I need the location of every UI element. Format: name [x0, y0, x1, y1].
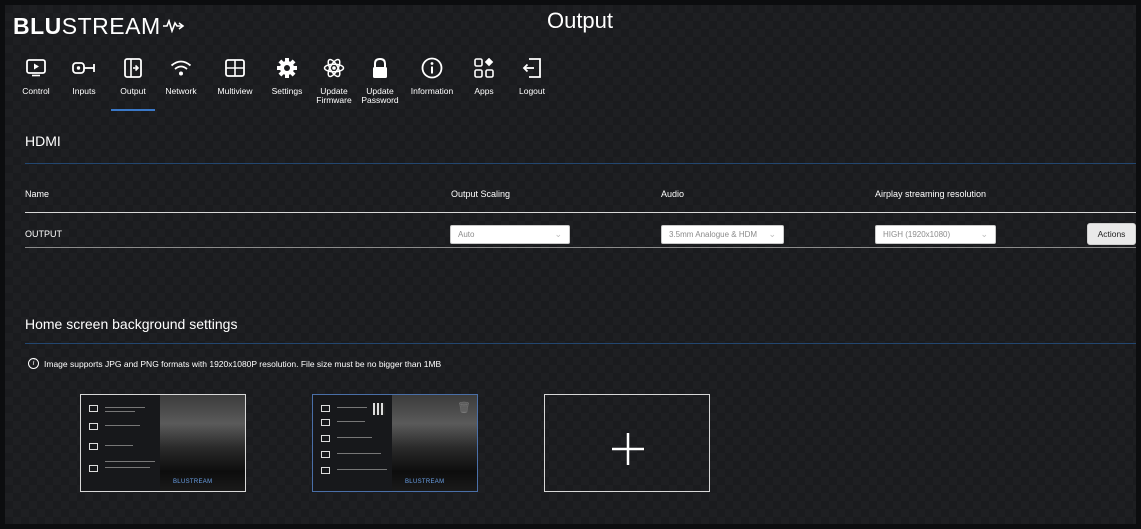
network-icon — [321, 419, 330, 426]
audio-select[interactable]: 3.5mm Analogue & HDM ⌄ — [661, 225, 784, 244]
output-scaling-select[interactable]: Auto ⌄ — [450, 225, 570, 244]
info-icon: i — [28, 358, 39, 369]
column-header-audio: Audio — [661, 189, 685, 199]
nav-inputs[interactable]: Inputs — [57, 55, 111, 105]
hdmi-section-divider — [25, 163, 1136, 164]
add-background-button[interactable] — [544, 394, 710, 492]
table-row-divider — [25, 247, 1136, 248]
nav-logout[interactable]: Logout — [507, 55, 557, 105]
multiview-grid-icon — [225, 55, 245, 81]
play-screen-icon — [26, 55, 46, 81]
background-section-title: Home screen background settings — [25, 316, 238, 332]
column-header-airplay-resolution: Airplay streaming resolution — [875, 189, 987, 199]
network-icon — [89, 423, 98, 430]
thumbnail-brand: BLUSTREAM — [173, 479, 213, 485]
actions-button[interactable]: Actions — [1087, 223, 1136, 245]
nav-output[interactable]: Output — [111, 55, 155, 111]
wifi-icon — [170, 55, 192, 81]
page-title: Output — [546, 8, 614, 33]
output-arrow-icon — [124, 55, 142, 81]
main-nav: Control Inputs Output Network Multiview — [15, 55, 557, 111]
chevron-down-icon: ⌄ — [980, 229, 988, 239]
apps-icon — [474, 55, 494, 81]
screen-icon — [89, 405, 98, 412]
hdmi-section-title: HDMI — [25, 133, 61, 149]
cast-icon — [321, 435, 330, 442]
input-plug-icon — [72, 55, 96, 81]
logout-icon — [522, 55, 542, 81]
nav-settings[interactable]: Settings — [263, 55, 311, 105]
chevron-down-icon: ⌄ — [554, 229, 562, 239]
nav-multiview[interactable]: Multiview — [207, 55, 263, 105]
trash-icon[interactable]: 🗑 — [457, 401, 471, 414]
plus-icon — [612, 433, 644, 465]
thumbnail-brand: BLUSTREAM — [405, 479, 445, 485]
nav-control[interactable]: Control — [15, 55, 57, 105]
nav-update-password[interactable]: Update Password — [357, 55, 403, 105]
device-icon — [321, 467, 330, 474]
lock-icon — [371, 55, 389, 81]
nav-update-firmware[interactable]: Update Firmware — [311, 55, 357, 105]
gear-icon — [276, 55, 298, 81]
device-icon — [89, 465, 98, 472]
chevron-down-icon: ⌄ — [768, 229, 776, 239]
atom-icon — [323, 55, 345, 81]
nav-information[interactable]: Information — [403, 55, 461, 105]
qr-code — [373, 403, 385, 415]
output-name: OUTPUT — [25, 229, 62, 239]
background-section-divider — [25, 343, 1136, 344]
info-icon — [421, 55, 443, 81]
app-window: BLUSTREAM Output Control Inputs Output — [5, 5, 1136, 524]
airplay-resolution-select[interactable]: HIGH (1920x1080) ⌄ — [875, 225, 996, 244]
background-thumbnail-1[interactable]: BLUSTREAM — [80, 394, 246, 492]
windows-icon — [89, 443, 98, 450]
nav-apps[interactable]: Apps — [461, 55, 507, 105]
column-header-name: Name — [25, 189, 50, 199]
logo-arrow-icon — [162, 19, 184, 33]
city-photo — [159, 395, 245, 491]
screen-icon — [321, 405, 330, 412]
blustream-logo: BLU STREAM — [13, 13, 185, 39]
windows-icon — [321, 451, 330, 458]
table-header-divider — [25, 212, 1136, 213]
background-info-note: i Image supports JPG and PNG formats wit… — [28, 358, 441, 369]
background-thumbnail-2[interactable]: 🗑 BLUSTREAM — [312, 394, 478, 492]
column-header-output-scaling: Output Scaling — [451, 189, 511, 199]
nav-network[interactable]: Network — [155, 55, 207, 105]
